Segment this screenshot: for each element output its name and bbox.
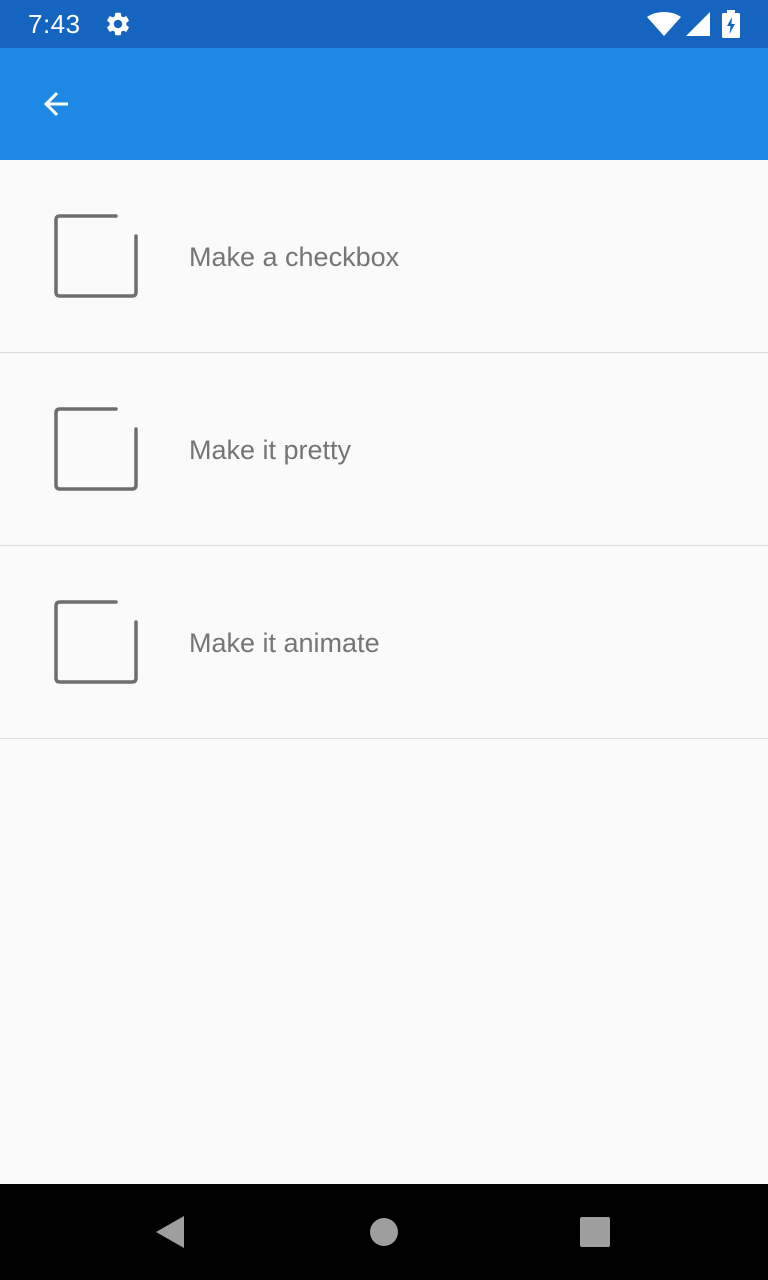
recents-square-icon[interactable] [575,1212,615,1252]
checkbox-unchecked-icon[interactable] [50,403,142,495]
status-bar: 7:43 [0,0,768,48]
app-screen: 7:43 Make a checkbox Make it pretty Make… [0,0,768,1280]
task-label: Make a checkbox [189,242,400,272]
arrow-back-icon [44,92,68,116]
task-label: Make it pretty [189,435,352,465]
home-circle-icon[interactable] [364,1212,404,1252]
gear-icon [107,12,129,36]
task-list: Make a checkbox Make it pretty Make it a… [0,160,768,739]
task-row-1[interactable]: Make a checkbox [0,160,768,353]
back-button[interactable] [24,72,88,136]
checkbox-unchecked-icon[interactable] [50,210,142,302]
task-label: Make it animate [189,628,380,658]
app-bar [0,48,768,160]
navigation-bar [0,1184,768,1280]
battery-charging-icon [722,10,740,38]
wifi-icon [647,12,681,36]
status-time: 7:43 [28,9,81,39]
task-row-3[interactable]: Make it animate [0,546,768,739]
signal-icon [686,12,710,36]
back-triangle-icon[interactable] [152,1212,192,1252]
checkbox-unchecked-icon[interactable] [50,596,142,688]
task-row-2[interactable]: Make it pretty [0,353,768,546]
